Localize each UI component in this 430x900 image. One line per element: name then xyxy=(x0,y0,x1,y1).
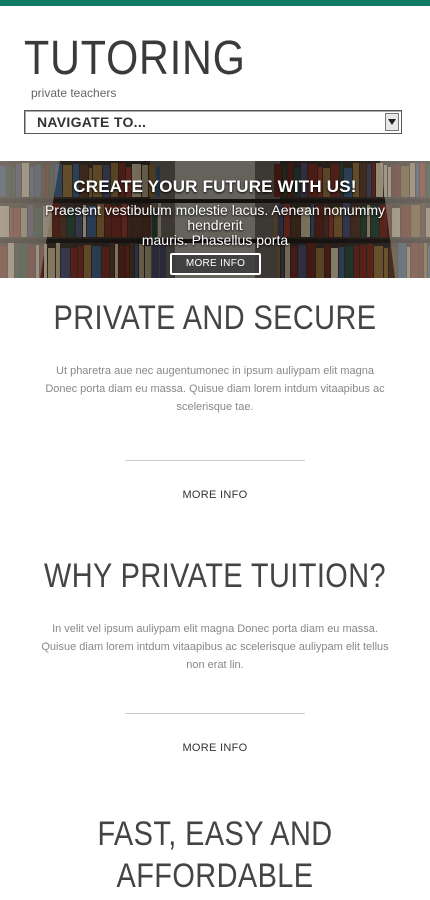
hero-text-line1: Praesent vestibulum molestie lacus. Aene… xyxy=(44,202,386,233)
hero-text: Praesent vestibulum molestie lacus. Aene… xyxy=(20,203,410,248)
section-fast-easy: FAST, EASY AND AFFORDABLE xyxy=(0,813,430,897)
section-divider xyxy=(125,460,305,461)
section-private-secure: PRIVATE AND SECURE Ut pharetra aue nec a… xyxy=(0,297,430,501)
section-title: PRIVATE AND SECURE xyxy=(53,299,377,337)
site-header: TUTORING private teachers NAVIGATE TO... xyxy=(0,6,430,161)
hero-more-info-button[interactable]: MORE INFO xyxy=(170,253,261,275)
navigate-select-value: NAVIGATE TO... xyxy=(37,114,147,130)
dropdown-arrow-icon[interactable] xyxy=(385,113,399,131)
site-logo[interactable]: TUTORING xyxy=(24,34,246,84)
section-title-line2: AFFORDABLE xyxy=(116,857,314,895)
section-title: WHY PRIVATE TUITION? xyxy=(44,557,386,595)
section-why-private: WHY PRIVATE TUITION? In velit vel ipsum … xyxy=(0,555,430,754)
section-divider xyxy=(125,713,305,714)
section-text: Ut pharetra aue nec augentumonec in ipsu… xyxy=(45,365,385,413)
hero-title: CREATE YOUR FUTURE WITH US! xyxy=(73,177,357,196)
more-info-link[interactable]: MORE INFO xyxy=(0,489,430,501)
section-title-line1: FAST, EASY AND xyxy=(97,815,333,853)
hero-text-line2: mauris. Phasellus porta xyxy=(141,232,289,248)
navigate-select[interactable]: NAVIGATE TO... xyxy=(24,110,402,134)
more-info-link[interactable]: MORE INFO xyxy=(0,742,430,754)
section-text: In velit vel ipsum auliypam elit magna D… xyxy=(41,623,389,671)
site-tagline: private teachers xyxy=(31,86,117,100)
